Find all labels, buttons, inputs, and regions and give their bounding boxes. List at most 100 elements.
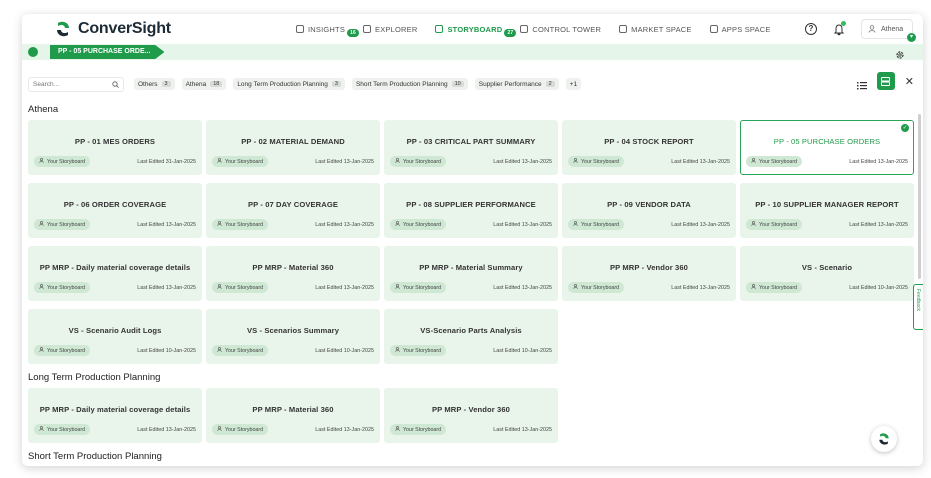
user-menu[interactable]: Athena ▾ bbox=[861, 19, 916, 42]
storyboard-owner-tag: Your Storyboard bbox=[746, 282, 803, 293]
last-edited-date: Last Edited 13-Jan-2025 bbox=[493, 222, 552, 228]
storyboard-owner-tag: Your Storyboard bbox=[390, 156, 447, 167]
storyboard-card[interactable]: PP MRP - Vendor 360 Your Storyboard Last E… bbox=[562, 246, 736, 301]
storyboard-card[interactable]: PP - 07 DAY COVERAGE Your Storyboard Last … bbox=[206, 183, 380, 238]
storyboard-card[interactable]: VS - Scenarios Summary Your Storyboard Las… bbox=[206, 309, 380, 364]
assistant-button[interactable] bbox=[871, 426, 897, 452]
storyboard-owner-label: Your Storyboard bbox=[225, 426, 264, 433]
storyboard-owner-tag: Your Storyboard bbox=[390, 424, 447, 435]
storyboard-owner-label: Your Storyboard bbox=[581, 221, 620, 228]
filter-chip-label: Athena bbox=[185, 80, 207, 88]
conversight-assistant-icon bbox=[879, 433, 889, 445]
close-icon[interactable]: ✕ bbox=[905, 75, 914, 88]
storyboard-owner-label: Your Storyboard bbox=[47, 284, 86, 291]
filter-chip[interactable]: Short Term Production Planning 10 bbox=[351, 78, 468, 90]
storyboard-card[interactable]: PP - 08 SUPPLIER PERFORMANCE Your Storybo… bbox=[384, 183, 558, 238]
user-icon bbox=[868, 20, 876, 38]
user-icon bbox=[751, 221, 756, 228]
storyboard-card[interactable]: PP MRP - Vendor 360 Your Storyboard Last E… bbox=[384, 388, 558, 443]
nav-apps-space[interactable]: APPS SPACE bbox=[708, 21, 773, 38]
gear-icon[interactable] bbox=[895, 47, 905, 59]
storyboard-card-title: PP - 07 DAY COVERAGE bbox=[247, 200, 339, 209]
storyboard-card[interactable]: VS - Scenario Your Storyboard Last Edited … bbox=[740, 246, 914, 301]
breadcrumb-current[interactable]: PP - 05 PURCHASE ORDE... bbox=[50, 45, 165, 59]
storyboard-card[interactable]: ✓ PP - 05 PURCHASE ORDERS Your Storyboard L… bbox=[740, 120, 914, 175]
storyboard-card[interactable]: PP MRP - Daily material coverage details… bbox=[28, 388, 202, 443]
filter-chip[interactable]: Others 3 bbox=[134, 78, 175, 90]
storyboard-owner-label: Your Storyboard bbox=[759, 284, 798, 291]
last-edited-date: Last Edited 13-Jan-2025 bbox=[671, 285, 730, 291]
search-input[interactable] bbox=[33, 80, 103, 88]
storyboard-owner-label: Your Storyboard bbox=[47, 221, 86, 228]
storyboard-card[interactable]: PP - 02 MATERIAL DEMAND Your Storyboard La… bbox=[206, 120, 380, 175]
user-icon bbox=[573, 158, 578, 165]
storyboard-home-icon[interactable] bbox=[28, 47, 38, 57]
user-icon bbox=[395, 284, 400, 291]
storyboard-card[interactable]: PP - 06 ORDER COVERAGE Your Storyboard Las… bbox=[28, 183, 202, 238]
storyboard-owner-tag: Your Storyboard bbox=[746, 219, 803, 230]
insights-icon bbox=[296, 25, 304, 33]
storyboard-owner-tag: Your Storyboard bbox=[34, 282, 91, 293]
storyboard-card[interactable]: VS-Scenario Parts Analysis Your Storyboar… bbox=[384, 309, 558, 364]
last-edited-date: Last Edited 13-Jan-2025 bbox=[137, 285, 196, 291]
storyboard-owner-label: Your Storyboard bbox=[47, 347, 86, 354]
card-view-button[interactable] bbox=[876, 72, 895, 90]
nav-label: MARKET SPACE bbox=[631, 24, 692, 34]
storyboard-card-title: PP - 09 VENDOR DATA bbox=[607, 200, 691, 209]
notification-bell-icon[interactable] bbox=[833, 21, 846, 36]
filter-chip-count: 3 bbox=[331, 81, 341, 87]
storyboard-owner-tag: Your Storyboard bbox=[390, 345, 447, 356]
storyboard-owner-label: Your Storyboard bbox=[403, 158, 442, 165]
last-edited-date: Last Edited 13-Jan-2025 bbox=[493, 427, 552, 433]
nav-explorer[interactable]: EXPLORER bbox=[361, 21, 419, 38]
section-title: Athena bbox=[28, 104, 59, 115]
storyboard-card-title: PP - 06 ORDER COVERAGE bbox=[63, 200, 167, 209]
storyboard-owner-label: Your Storyboard bbox=[225, 347, 264, 354]
last-edited-date: Last Edited 13-Jan-2025 bbox=[493, 285, 552, 291]
filter-chip[interactable]: Supplier Performance 2 bbox=[474, 78, 559, 90]
storyboard-card[interactable]: PP - 03 CRITICAL PART SUMMARY Your Storyb… bbox=[384, 120, 558, 175]
filter-chip[interactable]: Long Term Production Planning 3 bbox=[233, 78, 345, 90]
storyboard-card[interactable]: PP - 09 VENDOR DATA Your Storyboard Last E… bbox=[562, 183, 736, 238]
storyboard-owner-tag: Your Storyboard bbox=[568, 219, 625, 230]
user-name: Athena bbox=[881, 25, 904, 33]
storyboard-card-title: PP - 02 MATERIAL DEMAND bbox=[241, 137, 345, 146]
storyboard-card[interactable]: PP - 01 MES ORDERS Your Storyboard Last Ed… bbox=[28, 120, 202, 175]
filter-chip-label: Others bbox=[138, 80, 158, 88]
nav-market-space[interactable]: MARKET SPACE bbox=[617, 21, 693, 38]
feedback-tab[interactable]: Feedback bbox=[913, 284, 923, 330]
help-icon[interactable]: ? bbox=[805, 23, 817, 35]
selected-check-icon: ✓ bbox=[901, 124, 909, 132]
storyboard-card[interactable]: PP MRP - Material Summary Your Storyboard… bbox=[384, 246, 558, 301]
storyboard-owner-label: Your Storyboard bbox=[581, 158, 620, 165]
storyboard-card-title: PP MRP - Daily material coverage details bbox=[39, 405, 191, 414]
storyboard-list: Athena PP - 01 MES ORDERS Your Storyboard L… bbox=[28, 102, 918, 466]
search-icon[interactable] bbox=[112, 75, 119, 93]
storyboard-card[interactable]: PP MRP - Material 360 Your Storyboard Last… bbox=[206, 388, 380, 443]
filter-chip-count: 10 bbox=[451, 81, 464, 87]
scrollbar[interactable] bbox=[918, 114, 921, 279]
user-icon bbox=[39, 426, 44, 433]
storyboard-card[interactable]: PP MRP - Material 360 Your Storyboard Last… bbox=[206, 246, 380, 301]
filter-chip[interactable]: +1 bbox=[565, 78, 582, 90]
filter-chip[interactable]: Athena 18 bbox=[181, 78, 227, 90]
storyboard-card-title: PP MRP - Material Summary bbox=[419, 263, 523, 272]
nav-insights[interactable]: INSIGHTS 16 bbox=[294, 21, 360, 38]
storyboard-card[interactable]: PP - 10 SUPPLIER MANAGER REPORT Your Stor… bbox=[740, 183, 914, 238]
nav-storyboard[interactable]: STORYBOARD 27 bbox=[433, 21, 517, 38]
storyboard-owner-label: Your Storyboard bbox=[403, 221, 442, 228]
nav-control-tower[interactable]: CONTROL TOWER bbox=[518, 21, 603, 38]
storyboard-card[interactable]: VS - Scenario Audit Logs Your Storyboard L… bbox=[28, 309, 202, 364]
list-view-icon[interactable] bbox=[856, 77, 867, 90]
storyboard-owner-tag: Your Storyboard bbox=[34, 424, 91, 435]
last-edited-date: Last Edited 13-Jan-2025 bbox=[315, 159, 374, 165]
storyboard-card[interactable]: PP - 04 STOCK REPORT Your Storyboard Last … bbox=[562, 120, 736, 175]
storyboard-card[interactable]: PP MRP - Daily material coverage details… bbox=[28, 246, 202, 301]
storyboard-card-title: VS - Scenarios Summary bbox=[246, 326, 340, 335]
storyboard-card-title: VS - Scenario Audit Logs bbox=[68, 326, 162, 335]
chevron-down-icon[interactable]: ▾ bbox=[907, 33, 916, 42]
logo[interactable]: ConverSight bbox=[54, 20, 284, 38]
user-icon bbox=[217, 158, 222, 165]
storyboard-grid: PP - 01 MES ORDERS Your Storyboard Last Ed… bbox=[28, 120, 918, 364]
user-icon bbox=[395, 347, 400, 354]
